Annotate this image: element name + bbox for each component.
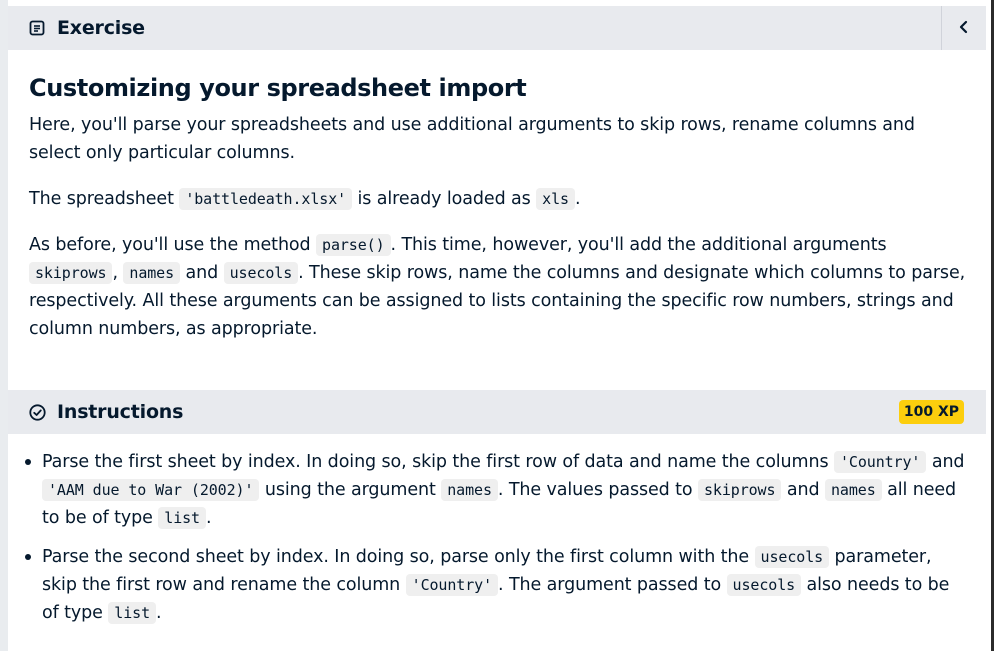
instructions-header-title: Instructions: [57, 401, 184, 423]
text-segment: Parse the second sheet by index. In doin…: [42, 547, 755, 567]
inline-code: usecols: [223, 262, 299, 284]
check-circle-icon: [28, 403, 46, 421]
exercise-header-title: Exercise: [57, 17, 145, 39]
inline-code: 'Country': [833, 451, 927, 473]
text-segment: and: [781, 480, 825, 500]
text-segment: .: [574, 189, 581, 209]
inline-code: names: [123, 262, 181, 284]
text-segment: Parse the first sheet by index. In doing…: [42, 452, 834, 472]
text-segment: As before, you'll use the method: [29, 235, 317, 255]
document-icon: [28, 19, 46, 37]
left-gutter: [0, 0, 8, 651]
inline-code: 'Country': [405, 574, 499, 596]
text-segment: .: [156, 603, 162, 623]
text-segment: . The values passed to: [497, 480, 698, 500]
inline-code: list: [158, 507, 206, 529]
inline-code: usecols: [726, 574, 802, 596]
exercise-title: Customizing your spreadsheet import: [29, 74, 527, 102]
text-segment: .: [206, 508, 212, 528]
inline-code: parse(): [316, 234, 391, 256]
text-segment: and: [180, 263, 224, 283]
inline-code: skiprows: [29, 262, 113, 284]
inline-code: list: [108, 602, 157, 624]
bullet-dot: [25, 459, 31, 465]
text-segment: and: [926, 452, 965, 472]
instruction-item: Parse the first sheet by index. In doing…: [21, 448, 966, 532]
instructions-header: Instructions 100 XP: [8, 390, 986, 434]
collapse-panel-button[interactable]: [941, 6, 986, 50]
instructions-list: Parse the first sheet by index. In doing…: [21, 448, 966, 627]
instruction-item: Parse the second sheet by index. In doin…: [21, 543, 966, 627]
text-segment: . This time, however, you'll add the add…: [390, 235, 887, 255]
exercise-body: Customizing your spreadsheet import Here…: [29, 72, 969, 343]
chevron-left-icon: [958, 19, 970, 38]
inline-code: 'AAM due to War (2002)': [42, 479, 260, 501]
inline-code: xls: [536, 188, 575, 210]
inline-code: skiprows: [697, 479, 782, 501]
exercise-paragraph-intro: Here, you'll parse your spreadsheets and…: [29, 115, 915, 163]
text-segment: using the argument: [259, 480, 442, 500]
inline-code: names: [441, 479, 498, 501]
text-segment: The spreadsheet: [29, 189, 180, 209]
exercise-header: Exercise: [8, 6, 986, 50]
text-segment: ,: [112, 263, 124, 283]
inline-code: names: [824, 479, 882, 501]
exercise-paragraph-arguments: As before, you'll use the method parse()…: [29, 231, 969, 343]
exercise-paragraph-loaded: The spreadsheet 'battledeath.xlsx' is al…: [29, 185, 969, 213]
inline-code: usecols: [754, 546, 830, 568]
bullet-dot: [25, 554, 31, 560]
text-segment: is already loaded as: [352, 189, 537, 209]
xp-badge: 100 XP: [898, 400, 964, 424]
text-segment: . The argument passed to: [498, 575, 727, 595]
inline-code: 'battledeath.xlsx': [179, 188, 353, 210]
exercise-frame: Exercise Customizing your spreadsheet im…: [0, 0, 994, 651]
